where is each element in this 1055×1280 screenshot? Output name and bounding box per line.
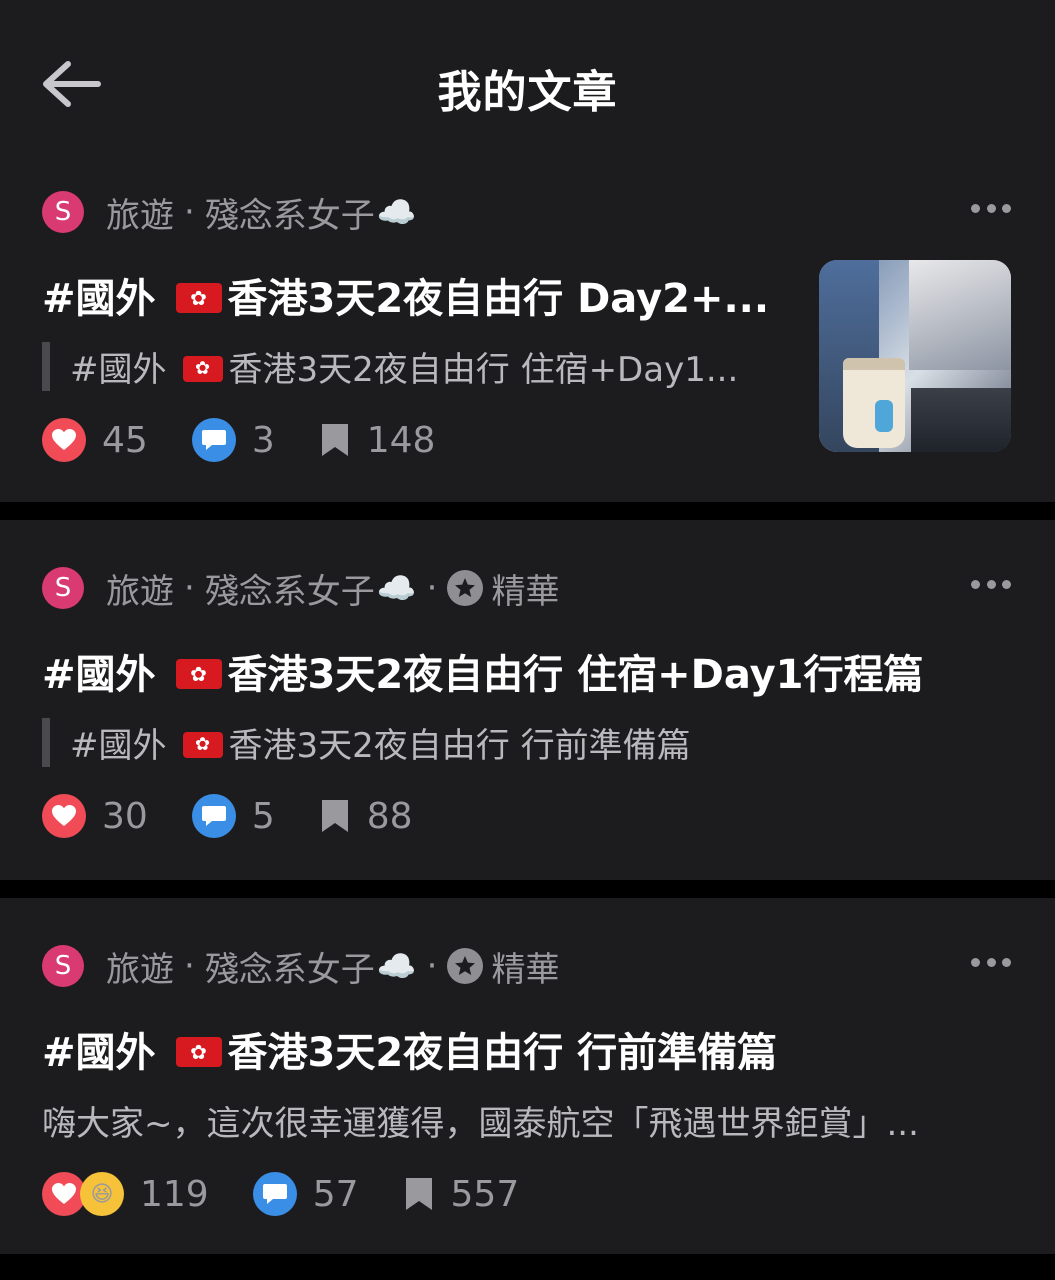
featured-label: 精華 [491,949,560,990]
bookmark-icon[interactable] [403,1175,435,1213]
comment-count: 5 [251,795,275,837]
title-tag: #國外 [42,652,156,698]
post-meta: S 旅遊 · 殘念系女子 ☁️ [42,188,417,236]
separator-dot: · [184,568,195,608]
excerpt-text: 香港3天2夜自由行 住宿+Day1... [228,350,739,390]
board-name[interactable]: 旅遊 [106,564,174,613]
post-meta: S 旅遊 · 殘念系女子 ☁️ · 精華 [42,564,559,612]
separator-dot: · [426,946,438,986]
post-meta: S 旅遊 · 殘念系女子 ☁️ · 精華 [42,942,559,990]
post-excerpt: #國外 ✿ 香港3天2夜自由行 行前準備篇 [42,718,691,767]
star-icon [447,948,484,984]
heart-icon[interactable] [42,794,86,838]
dot-icon [986,203,996,213]
bookmark-icon[interactable] [319,797,351,835]
top-bar: 我的文章 [0,0,1055,160]
cloud-emoji-icon: ☁️ [376,569,417,607]
board-name[interactable]: 旅遊 [106,188,174,237]
more-options-button[interactable] [971,578,1011,590]
save-count: 148 [366,419,436,461]
title-tag: #國外 [42,276,156,322]
bookmark-icon[interactable] [319,421,351,459]
cloud-emoji-icon: ☁️ [376,193,417,231]
dot-icon [1002,957,1011,967]
hk-flag-icon: ✿ [175,283,222,313]
post-excerpt: #國外 ✿ 香港3天2夜自由行 住宿+Day1... [42,342,738,391]
more-options-button[interactable] [971,956,1011,968]
star-icon [447,570,484,606]
hk-flag-icon: ✿ [175,1037,222,1067]
post-card-1[interactable]: S 旅遊 · 殘念系女子 ☁️ #國外 ✿ 香港3天2夜自由行 Day2+... #… [0,160,1055,502]
separator-dot: · [184,946,195,986]
dot-icon [971,957,980,967]
separator-dot: · [184,192,195,232]
post-thumbnail[interactable] [819,260,1011,452]
title-text: 香港3天2夜自由行 行前準備篇 [227,1030,778,1076]
featured-label: 精華 [491,571,560,612]
post-stats: 😆 119 57 557 [42,1170,519,1218]
save-count: 557 [450,1173,520,1215]
more-options-button[interactable] [971,202,1011,214]
post-card-2[interactable]: S 旅遊 · 殘念系女子 ☁️ · 精華 #國外 ✿ 香港3天2夜自由行 住宿+Da… [0,520,1055,880]
excerpt-tag: #國外 [70,350,167,390]
post-title[interactable]: #國外 ✿ 香港3天2夜自由行 行前準備篇 [42,1020,777,1078]
dot-icon [986,957,996,967]
comment-bubble-icon[interactable] [252,1172,297,1216]
title-text: 香港3天2夜自由行 Day2+... [227,276,770,322]
cloud-emoji-icon: ☁️ [376,947,417,985]
like-count: 30 [102,795,148,837]
avatar[interactable]: S [42,567,84,609]
author-name[interactable]: 殘念系女子 [205,942,375,991]
comment-bubble-icon[interactable] [191,794,236,838]
title-tag: #國外 [42,1030,156,1076]
post-excerpt: 嗨大家~，這次很幸運獲得，國泰航空「飛遇世界鉅賞」... [42,1104,919,1144]
excerpt-tag: #國外 [70,726,167,766]
like-count: 119 [140,1173,209,1215]
dot-icon [1002,203,1011,213]
dot-icon [971,579,980,589]
post-stats: 30 5 88 [42,792,413,840]
page-title: 我的文章 [437,67,618,118]
dot-icon [971,203,980,213]
post-stats: 45 3 148 [42,416,435,464]
avatar[interactable]: S [42,191,84,233]
comment-bubble-icon[interactable] [191,418,236,462]
laugh-reaction-icon: 😆 [80,1172,124,1216]
heart-icon[interactable] [42,418,86,462]
hk-flag-icon: ✿ [182,731,223,758]
comment-count: 57 [312,1173,359,1215]
author-name[interactable]: 殘念系女子 [205,188,375,237]
hk-flag-icon: ✿ [182,355,223,382]
post-title[interactable]: #國外 ✿ 香港3天2夜自由行 住宿+Day1行程篇 [42,642,924,700]
avatar[interactable]: S [42,945,84,987]
excerpt-text: 香港3天2夜自由行 行前準備篇 [228,726,691,766]
hk-flag-icon: ✿ [175,659,222,689]
board-name[interactable]: 旅遊 [106,942,174,991]
title-text: 香港3天2夜自由行 住宿+Day1行程篇 [227,652,924,698]
dot-icon [986,579,996,589]
post-title[interactable]: #國外 ✿ 香港3天2夜自由行 Day2+... [42,266,769,324]
like-count: 45 [102,419,148,461]
dot-icon [1002,579,1011,589]
comment-count: 3 [251,419,275,461]
author-name[interactable]: 殘念系女子 [205,564,375,613]
separator-dot: · [426,568,438,608]
post-card-3[interactable]: S 旅遊 · 殘念系女子 ☁️ · 精華 #國外 ✿ 香港3天2夜自由行 行前準備篇… [0,898,1055,1254]
save-count: 88 [366,795,413,837]
